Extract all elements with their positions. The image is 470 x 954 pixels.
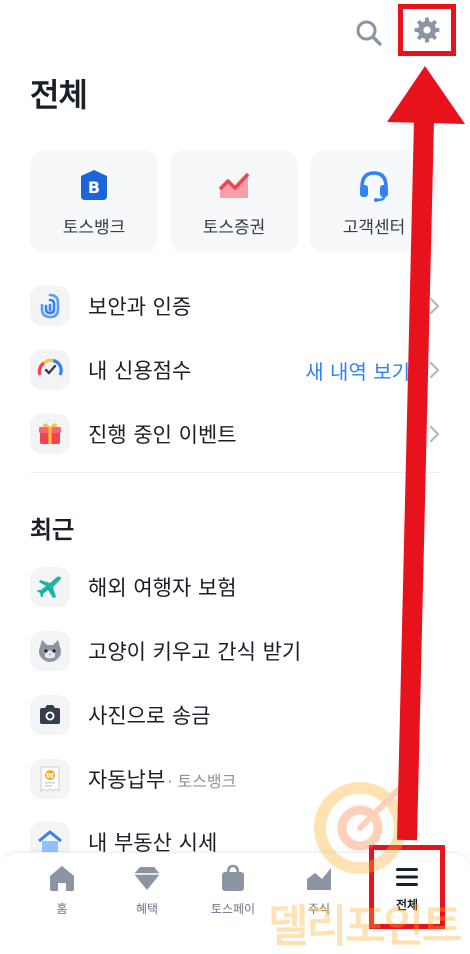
stock-chart-icon: [218, 172, 250, 198]
recent-section-title: 최근: [30, 516, 75, 544]
home-icon: [50, 866, 74, 891]
recent-item-title: 자동납부: [88, 768, 166, 792]
tab-all[interactable]: 전체: [369, 845, 445, 929]
quick-links: B 토스뱅크 토스증권 고객센터: [30, 150, 438, 253]
diamond-icon: [134, 867, 160, 890]
recent-item-travel-insurance[interactable]: 해외 여행자 보험: [30, 565, 450, 609]
menu-icon-wrap: [30, 695, 70, 735]
camera-icon: [40, 705, 60, 724]
bill-icon: ₩: [40, 766, 60, 792]
top-bar: [0, 0, 470, 64]
new-history-link[interactable]: 새 내역 보기: [305, 356, 410, 385]
tab-tosspay[interactable]: 토스페이: [190, 853, 276, 941]
recent-item-autopay[interactable]: ₩ 자동납부 · 토스뱅크: [30, 757, 450, 801]
menu-item-label: 내 신용점수: [88, 359, 192, 383]
page-title: 전체: [30, 76, 88, 114]
shopping-bag-icon: [222, 864, 244, 891]
tab-home[interactable]: 홈: [19, 853, 105, 941]
chevron-right-icon: [429, 361, 440, 379]
bank-b-icon: B: [81, 170, 107, 200]
tab-stocks[interactable]: 주식: [276, 853, 362, 941]
bottom-tab-bar: 홈 혜택 토스페이 주식 전체: [0, 845, 470, 945]
menu-item-label: 자동납부 · 토스뱅크: [88, 764, 236, 794]
menu-item-security[interactable]: 보안과 인증: [30, 284, 450, 328]
recent-item-cat[interactable]: 고양이 키우고 간식 받기: [30, 629, 450, 673]
chevron-right-icon: [429, 425, 440, 443]
menu-item-label: 고양이 키우고 간식 받기: [88, 640, 302, 664]
menu-item-events[interactable]: 진행 중인 이벤트: [30, 412, 450, 456]
recent-item-photo-transfer[interactable]: 사진으로 송금: [30, 693, 450, 737]
security-icon: [40, 293, 60, 319]
quick-link-label: 토스증권: [202, 218, 266, 238]
menu-icon-wrap: [30, 414, 70, 454]
menu-icon-wrap: [30, 631, 70, 671]
quick-link-toss-bank[interactable]: B 토스뱅크: [30, 150, 158, 253]
tab-label: 전체: [395, 898, 419, 912]
menu-icon: [396, 868, 418, 886]
svg-text:B: B: [88, 178, 100, 197]
search-icon: [356, 20, 382, 46]
quick-link-customer-center[interactable]: 고객센터: [310, 150, 438, 253]
stock-icon: [307, 868, 331, 890]
tab-benefits[interactable]: 혜택: [104, 853, 190, 941]
gear-icon: [414, 17, 440, 43]
menu-icon-wrap: [30, 350, 70, 390]
search-button[interactable]: [350, 14, 388, 52]
menu-item-label: 보안과 인증: [88, 295, 192, 319]
cat-icon: [39, 640, 61, 662]
tab-label: 혜택: [135, 902, 159, 916]
headset-icon: [360, 171, 388, 202]
recent-item-sub: · 토스뱅크: [167, 772, 237, 791]
chevron-right-icon: [429, 297, 440, 315]
airplane-icon: [37, 576, 61, 598]
menu-icon-wrap: ₩: [30, 759, 70, 799]
menu-icon-wrap: [30, 286, 70, 326]
menu-item-credit-score[interactable]: 내 신용점수 새 내역 보기: [30, 348, 450, 392]
credit-gauge-icon: [37, 358, 63, 376]
gift-icon: [39, 423, 61, 444]
quick-link-label: 고객센터: [342, 218, 406, 238]
menu-icon-wrap: [30, 567, 70, 607]
settings-button[interactable]: [398, 4, 456, 56]
menu-item-label: 진행 중인 이벤트: [88, 423, 237, 447]
tab-label: 홈: [56, 902, 68, 916]
menu-item-label: 해외 여행자 보험: [88, 576, 237, 600]
tab-label: 토스페이: [210, 902, 256, 916]
menu-item-label: 사진으로 송금: [88, 704, 211, 728]
svg-text:₩: ₩: [46, 772, 54, 780]
quick-link-toss-securities[interactable]: 토스증권: [170, 150, 298, 253]
tab-label: 주식: [307, 902, 331, 916]
quick-link-label: 토스뱅크: [62, 218, 126, 238]
section-divider: [30, 472, 440, 473]
